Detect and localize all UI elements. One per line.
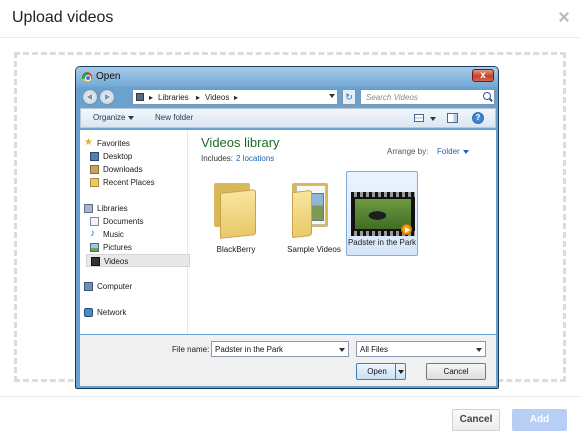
file-dialog-cancel-button[interactable]: Cancel xyxy=(426,363,486,380)
folder-front xyxy=(220,189,256,239)
open-options-dropdown[interactable] xyxy=(395,364,405,379)
nav-network[interactable]: Network xyxy=(84,306,188,319)
file-dialog-titlebar[interactable]: Open x xyxy=(76,67,498,87)
dialog-title: Upload videos xyxy=(12,9,114,26)
breadcrumb-separator[interactable]: ▸ xyxy=(234,93,238,102)
open-file-dialog: Open x ▸ Libraries ▸ Videos ▸ ↻ Search V… xyxy=(75,66,499,389)
open-label: Open xyxy=(367,367,387,376)
documents-icon xyxy=(90,217,99,226)
footer-divider xyxy=(0,396,580,397)
breadcrumb-separator[interactable]: ▸ xyxy=(149,93,153,102)
nav-downloads[interactable]: Downloads xyxy=(90,163,194,176)
nav-videos[interactable]: Videos xyxy=(86,254,190,267)
chevron-down-icon[interactable] xyxy=(476,348,482,352)
file-dialog-title: Open xyxy=(96,71,121,82)
file-type-select[interactable]: All Files xyxy=(356,341,486,357)
nav-pictures[interactable]: Pictures xyxy=(90,241,194,254)
search-icon[interactable] xyxy=(483,92,491,100)
file-name-field[interactable]: Padster in the Park xyxy=(211,341,349,357)
library-title: Videos library xyxy=(201,135,280,150)
chevron-down-icon[interactable] xyxy=(430,117,436,121)
downloads-icon xyxy=(90,165,99,174)
chevron-down-icon xyxy=(128,115,135,120)
nav-favorites[interactable]: ★ Favorites xyxy=(84,137,188,150)
preview-pane-icon[interactable] xyxy=(447,113,458,123)
file-name: Sample Videos xyxy=(287,245,341,254)
back-arrow-icon[interactable] xyxy=(82,89,98,105)
star-icon: ★ xyxy=(84,137,93,148)
locations-link[interactable]: 2 locations xyxy=(236,154,274,163)
search-placeholder: Search Videos xyxy=(366,93,418,102)
add-videos-button[interactable]: Add videos xyxy=(512,409,567,444)
address-bar[interactable]: ▸ Libraries ▸ Videos ▸ xyxy=(132,89,338,105)
arrange-by-label: Arrange by: xyxy=(387,147,429,156)
nav-music[interactable]: ♪ Music xyxy=(90,228,194,241)
nav-recent-places[interactable]: Recent Places xyxy=(90,176,194,189)
libraries-icon xyxy=(84,204,93,213)
close-icon[interactable] xyxy=(558,11,570,23)
arrange-by-dropdown[interactable]: Folder xyxy=(437,147,469,156)
breadcrumb-libraries[interactable]: Libraries xyxy=(158,93,189,102)
help-icon[interactable]: ? xyxy=(472,112,484,124)
file-dialog-bottom-pane: File name: Padster in the Park All Files… xyxy=(80,335,496,386)
nav-libraries[interactable]: Libraries xyxy=(84,202,188,215)
chevron-down-icon xyxy=(462,149,469,154)
open-button[interactable]: Open xyxy=(356,363,406,380)
library-includes: Includes: 2 locations xyxy=(201,154,275,163)
breadcrumb-videos[interactable]: Videos xyxy=(205,93,229,102)
cancel-button[interactable]: Cancel xyxy=(452,409,500,431)
library-icon xyxy=(136,93,144,101)
header-divider xyxy=(0,37,580,38)
organize-menu[interactable]: Organize xyxy=(93,113,135,122)
computer-icon xyxy=(84,282,93,291)
navigation-pane: ★ Favorites Desktop Downloads Recent Pla… xyxy=(80,130,190,334)
file-dialog-toolbar: Organize New folder ? xyxy=(80,108,496,128)
file-item-blackberry[interactable]: BlackBerry xyxy=(200,171,272,259)
new-folder-button[interactable]: New folder xyxy=(155,113,193,122)
play-icon xyxy=(401,224,412,235)
file-item-padster-in-the-park[interactable]: Padster in the Park xyxy=(346,171,418,256)
file-name: BlackBerry xyxy=(216,245,256,254)
nav-computer[interactable]: Computer xyxy=(84,280,188,293)
recent-places-icon xyxy=(90,178,99,187)
file-name: Padster in the Park xyxy=(347,238,417,247)
refresh-icon[interactable]: ↻ xyxy=(342,89,356,105)
file-name-label: File name: xyxy=(172,345,210,354)
file-dialog-close-button[interactable]: x xyxy=(472,69,494,82)
search-input[interactable]: Search Videos xyxy=(360,89,495,105)
forward-arrow-icon[interactable] xyxy=(99,89,115,105)
breadcrumb-separator[interactable]: ▸ xyxy=(196,93,200,102)
pictures-icon xyxy=(90,243,99,252)
file-name-value[interactable]: Padster in the Park xyxy=(215,345,283,354)
chrome-icon xyxy=(82,72,92,82)
change-view-icon[interactable] xyxy=(414,114,424,122)
nav-documents[interactable]: Documents xyxy=(90,215,194,228)
chevron-down-icon[interactable] xyxy=(329,94,335,98)
file-browser-content: ★ Favorites Desktop Downloads Recent Pla… xyxy=(80,130,496,334)
address-row: ▸ Libraries ▸ Videos ▸ ↻ Search Videos xyxy=(80,88,496,106)
desktop-icon xyxy=(90,152,99,161)
videos-icon xyxy=(91,257,100,266)
network-icon xyxy=(84,308,93,317)
file-item-sample-videos[interactable]: Sample Videos xyxy=(278,171,350,259)
file-type-value: All Files xyxy=(360,345,389,354)
nav-desktop[interactable]: Desktop xyxy=(90,150,194,163)
chevron-down-icon[interactable] xyxy=(339,348,345,352)
folder-front xyxy=(292,189,312,239)
music-icon: ♪ xyxy=(90,228,95,239)
